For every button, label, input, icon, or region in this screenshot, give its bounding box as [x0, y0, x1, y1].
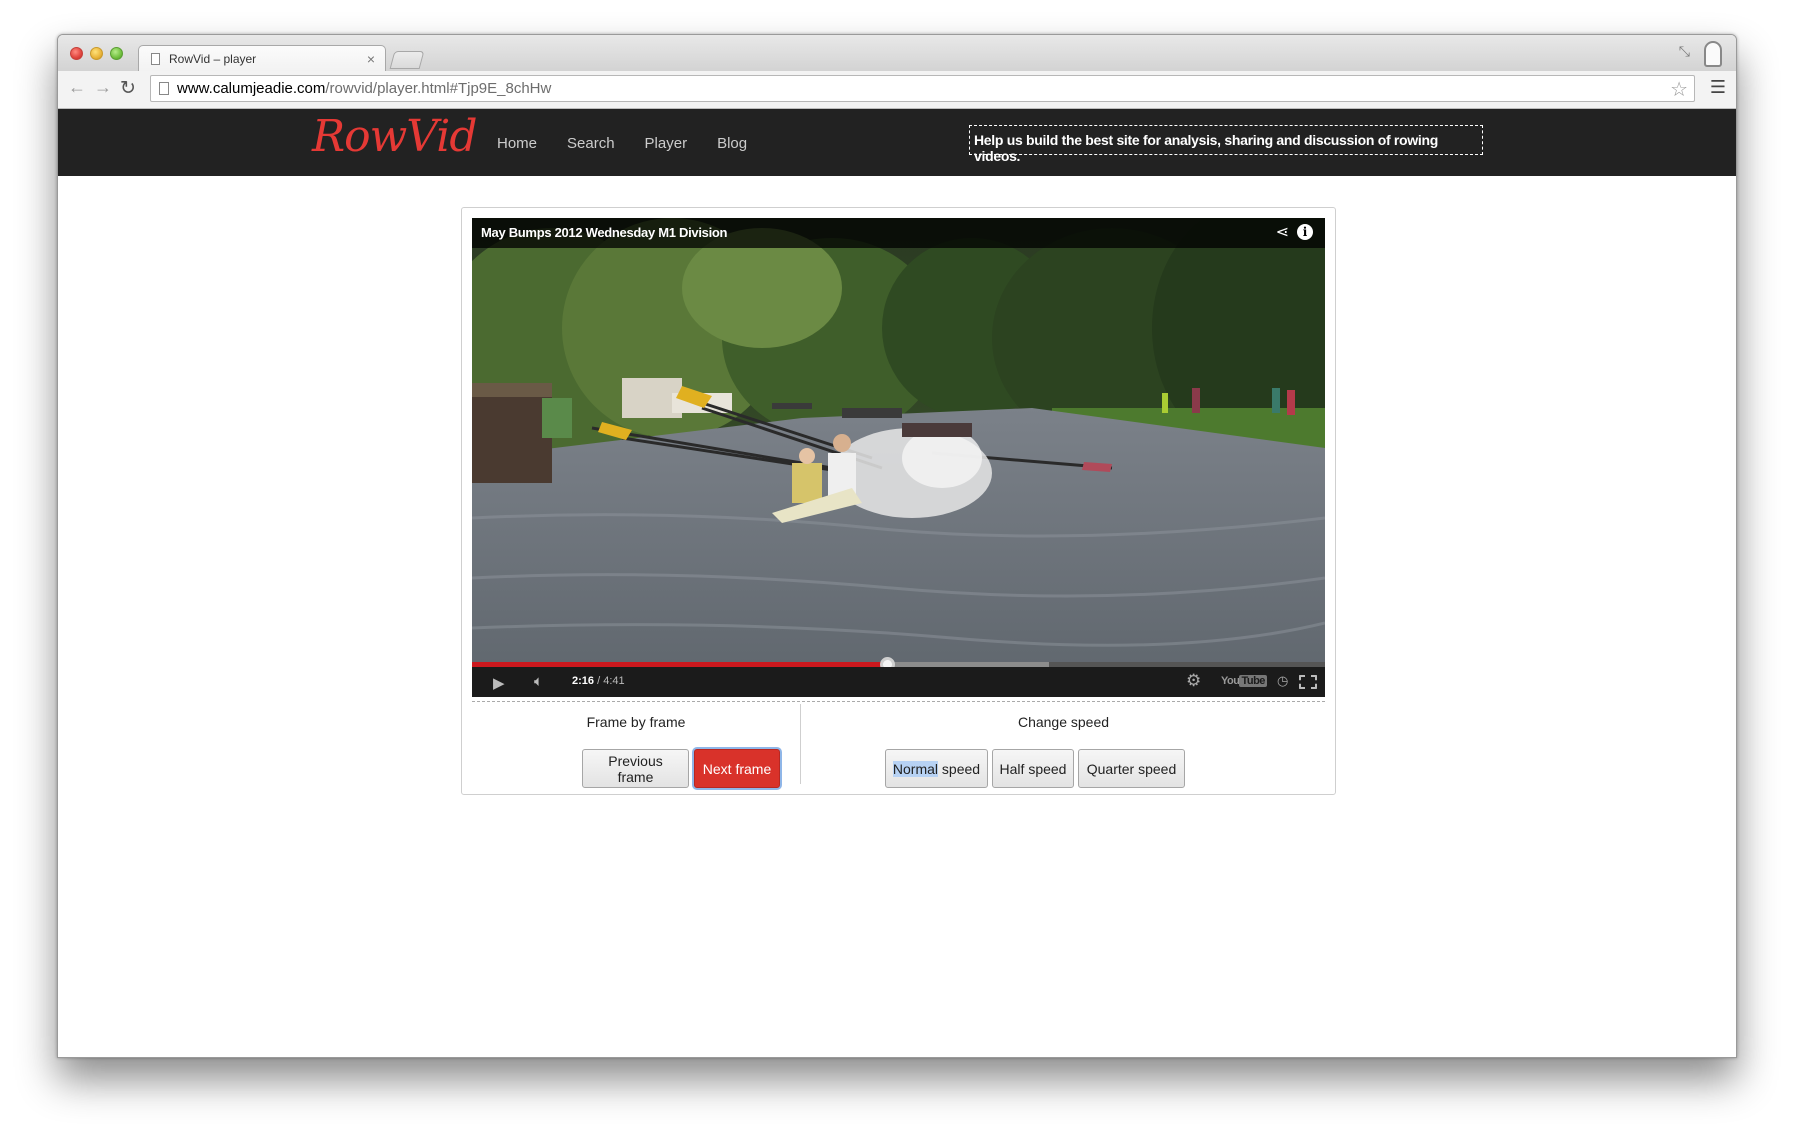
browser-window: RowVid – player × ⤡ ← → ↻ www.calumjeadi…: [57, 34, 1737, 1058]
normal-speed-highlight: Normal: [892, 760, 939, 777]
page-icon: [159, 82, 169, 95]
new-tab-button[interactable]: [389, 51, 425, 69]
back-arrow-icon[interactable]: ←: [68, 77, 86, 98]
normal-speed-button[interactable]: Normal speed: [885, 749, 988, 788]
main-nav: Home Search Player Blog: [497, 135, 777, 152]
site-header: RowVid Home Search Player Blog Help us b…: [58, 109, 1736, 176]
hamburger-menu-icon[interactable]: ☰: [1710, 77, 1726, 98]
nav-home[interactable]: Home: [497, 135, 537, 152]
fullscreen-icon[interactable]: [1299, 675, 1317, 689]
tab-close-icon[interactable]: ×: [367, 51, 375, 67]
nav-blog[interactable]: Blog: [717, 135, 747, 152]
next-frame-button[interactable]: Next frame: [694, 749, 780, 788]
forward-arrow-icon[interactable]: →: [94, 77, 112, 98]
fullscreen-arrows-icon[interactable]: ⤡: [1679, 43, 1690, 60]
close-window-button[interactable]: [70, 47, 83, 60]
tab-title: RowVid – player: [169, 52, 257, 66]
nav-player[interactable]: Player: [645, 135, 688, 152]
duration: / 4:41: [597, 675, 625, 687]
zoom-window-button[interactable]: [110, 47, 123, 60]
change-speed-title: Change speed: [1017, 714, 1110, 730]
volume-icon[interactable]: 🔈︎: [534, 673, 543, 690]
minimize-window-button[interactable]: [90, 47, 103, 60]
frame-by-frame-title: Frame by frame: [586, 714, 686, 730]
half-speed-button[interactable]: Half speed: [992, 749, 1074, 788]
page-icon: [151, 53, 160, 65]
share-icon[interactable]: ⋖: [1276, 222, 1289, 242]
browser-toolbar: ← → ↻ www.calumjeadie.com/rowvid/player.…: [58, 71, 1736, 109]
player-controls: ▶ 🔈︎ 2:16 / 4:41 ⚙ You Tube ◷: [472, 667, 1325, 697]
previous-frame-button[interactable]: Previous frame: [582, 749, 689, 788]
youtube-logo-tube: Tube: [1239, 675, 1267, 687]
title-bar: RowVid – player × ⤡: [58, 35, 1736, 72]
promo-banner: Help us build the best site for analysis…: [969, 125, 1483, 164]
address-bar[interactable]: www.calumjeadie.com/rowvid/player.html#T…: [150, 75, 1695, 102]
profile-icon[interactable]: [1704, 41, 1722, 67]
player-panel: May Bumps 2012 Wednesday M1 Division ⋖ i…: [461, 207, 1336, 795]
controls-divider: [472, 701, 1325, 702]
video-player[interactable]: May Bumps 2012 Wednesday M1 Division ⋖ i…: [472, 218, 1325, 697]
video-title[interactable]: May Bumps 2012 Wednesday M1 Division: [481, 225, 727, 240]
gear-icon[interactable]: ⚙: [1186, 671, 1201, 691]
nav-search[interactable]: Search: [567, 135, 615, 152]
play-icon[interactable]: ▶: [493, 674, 505, 692]
section-divider: [800, 704, 801, 784]
url-path: /rowvid/player.html#Tjp9E_8chHw: [325, 80, 552, 97]
current-time: 2:16: [572, 675, 595, 687]
youtube-logo[interactable]: You Tube: [1221, 675, 1267, 687]
normal-speed-rest: speed: [938, 760, 981, 777]
watch-later-icon[interactable]: ◷: [1277, 673, 1288, 689]
video-title-bar: May Bumps 2012 Wednesday M1 Division ⋖ i: [472, 218, 1325, 248]
youtube-logo-you: You: [1221, 675, 1240, 687]
quarter-speed-button[interactable]: Quarter speed: [1078, 749, 1185, 788]
time-display: 2:16 / 4:41: [572, 675, 625, 687]
url-host: www.calumjeadie.com: [177, 80, 326, 97]
browser-tab[interactable]: RowVid – player ×: [138, 45, 386, 72]
video-frame[interactable]: [472, 218, 1325, 697]
bookmark-star-icon[interactable]: ☆: [1670, 77, 1688, 102]
site-logo[interactable]: RowVid: [312, 111, 478, 162]
reload-icon[interactable]: ↻: [120, 77, 136, 100]
info-icon[interactable]: i: [1297, 224, 1313, 240]
